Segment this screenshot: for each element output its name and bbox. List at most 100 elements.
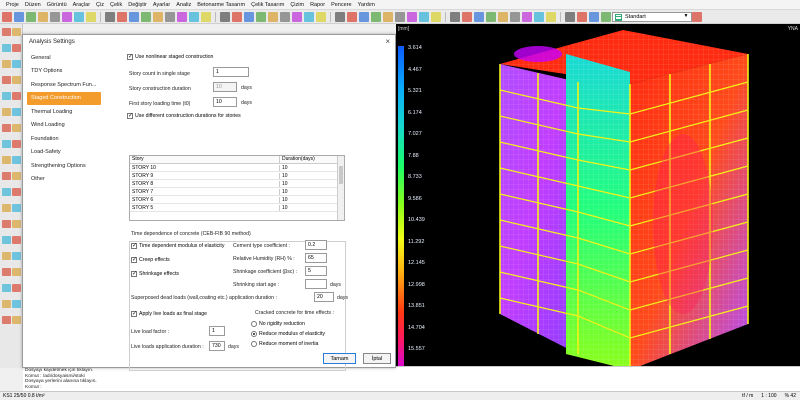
menu-item[interactable]: Düzen — [25, 2, 41, 8]
menu-item[interactable]: Değiştir — [128, 2, 147, 8]
left-tool-icon[interactable] — [12, 268, 21, 276]
table-row[interactable]: STORY 6 10 — [130, 196, 344, 204]
cancel-button[interactable]: İptal — [363, 353, 391, 364]
story-duration-cell[interactable]: 10 — [280, 165, 338, 171]
left-tool-icon[interactable] — [2, 284, 11, 292]
construction-duration-input[interactable]: 10 — [213, 82, 237, 92]
toolbar-tool-icon[interactable] — [105, 11, 115, 22]
table-scrollbar[interactable] — [337, 156, 344, 220]
left-tool-icon[interactable] — [2, 124, 11, 132]
left-tool-icon[interactable] — [2, 76, 11, 84]
toolbar-tool-icon[interactable] — [522, 11, 532, 22]
apply-live-loads-checkbox[interactable]: Apply live loads as final stage — [131, 310, 207, 317]
first-loading-input[interactable]: 10 — [213, 97, 237, 107]
left-tool-icon[interactable] — [2, 60, 11, 68]
style-selector[interactable]: Standart ▼ — [612, 12, 692, 22]
toolbar-tool-icon[interactable] — [201, 11, 211, 22]
toolbar-tool-icon[interactable] — [62, 11, 72, 22]
checkbox-box[interactable] — [131, 242, 137, 249]
toolbar-tool-icon[interactable] — [117, 11, 127, 22]
story-duration-table[interactable]: Story Duration(days) STORY 10 10 STORY 9 10… — [129, 155, 345, 221]
checkbox-box[interactable] — [127, 112, 133, 119]
toolbar-tool-icon[interactable] — [304, 11, 314, 22]
chevron-down-icon[interactable]: ▼ — [682, 13, 690, 21]
toolbar-tool-icon[interactable] — [589, 11, 599, 22]
nav-item[interactable]: Load-Safety — [27, 146, 101, 160]
left-tool-icon[interactable] — [2, 204, 11, 212]
toolbar-tool-icon[interactable] — [419, 11, 429, 22]
close-icon[interactable]: × — [385, 37, 390, 46]
left-tool-icon[interactable] — [12, 108, 21, 116]
toolbar-tool-icon[interactable] — [474, 11, 484, 22]
toolbar-tool-icon[interactable] — [177, 11, 187, 22]
toolbar-tool-icon[interactable] — [335, 11, 345, 22]
left-tool-icon[interactable] — [12, 76, 21, 84]
scrollbar-thumb[interactable] — [339, 166, 343, 184]
menu-item[interactable]: Ayarlar — [153, 2, 170, 8]
shrinkage-coef-input[interactable]: 5 — [305, 266, 327, 276]
story-duration-cell[interactable]: 10 — [280, 189, 338, 195]
left-tool-icon[interactable] — [2, 220, 11, 228]
menu-item[interactable]: Rapor — [310, 2, 325, 8]
live-duration-input[interactable]: 730 — [209, 341, 225, 351]
toolbar-tool-icon[interactable] — [431, 11, 441, 22]
toolbar-tool-icon[interactable] — [38, 11, 48, 22]
toolbar-tool-icon[interactable] — [371, 11, 381, 22]
toolbar-tool-icon[interactable] — [26, 11, 36, 22]
left-tool-icon[interactable] — [2, 44, 11, 52]
left-tool-icon[interactable] — [12, 236, 21, 244]
radio-dot[interactable] — [251, 341, 257, 347]
left-tool-icon[interactable] — [12, 300, 21, 308]
left-tool-icon[interactable] — [2, 252, 11, 260]
humidity-input[interactable]: 65 — [305, 253, 327, 263]
table-row[interactable]: STORY 5 10 — [130, 204, 344, 212]
nav-item[interactable]: Wind Loading — [27, 119, 101, 133]
toolbar-tool-icon[interactable] — [534, 11, 544, 22]
story-duration-cell[interactable]: 10 — [280, 197, 338, 203]
toolbar-tool-icon[interactable] — [546, 11, 556, 22]
toolbar-tool-icon[interactable] — [565, 11, 575, 22]
building-model[interactable] — [448, 24, 800, 370]
reduce-modulus-radio[interactable]: Reduce modulus of elasticity — [251, 331, 325, 337]
shrinkage-effects-checkbox[interactable]: Shrinkage effects — [131, 270, 179, 277]
menu-item[interactable]: Çiz — [96, 2, 104, 8]
model-viewport[interactable]: [mm] YNA 3.614 4.467 5.321 6.174 7.027 7.88 8.… — [396, 24, 800, 370]
left-tool-icon[interactable] — [12, 172, 21, 180]
status-scale[interactable]: 1 : 100 — [761, 393, 776, 399]
toolbar-tool-icon[interactable] — [2, 11, 12, 22]
toolbar-tool-icon[interactable] — [14, 11, 24, 22]
table-row[interactable]: STORY 9 10 — [130, 172, 344, 180]
story-duration-cell[interactable]: 10 — [280, 181, 338, 187]
left-tool-icon[interactable] — [12, 204, 21, 212]
table-row[interactable]: STORY 8 10 — [130, 180, 344, 188]
toolbar-tool-icon[interactable] — [165, 11, 175, 22]
story-duration-cell[interactable]: 10 — [280, 173, 338, 179]
ok-button[interactable]: Tamam — [323, 353, 356, 364]
radio-dot[interactable] — [251, 331, 257, 337]
toolbar-tool-icon[interactable] — [50, 11, 60, 22]
nav-item[interactable]: Staged Construction — [27, 91, 101, 105]
left-tool-icon[interactable] — [12, 60, 21, 68]
cement-type-input[interactable]: 0.2 — [305, 240, 327, 250]
toolbar-tool-icon[interactable] — [498, 11, 508, 22]
left-tool-icon[interactable] — [2, 300, 11, 308]
story-count-input[interactable]: 1 — [213, 67, 249, 77]
column-header-duration[interactable]: Duration(days) — [280, 156, 338, 163]
toolbar-tool-icon[interactable] — [407, 11, 417, 22]
toolbar-tool-icon[interactable] — [141, 11, 151, 22]
toolbar-tool-icon[interactable] — [359, 11, 369, 22]
left-tool-icon[interactable] — [2, 268, 11, 276]
menu-item[interactable]: Çelik Tasarım — [251, 2, 284, 8]
left-tool-icon[interactable] — [2, 140, 11, 148]
nav-item[interactable]: Response Spectrum Fun... — [27, 78, 101, 92]
left-tool-icon[interactable] — [12, 188, 21, 196]
left-tool-icon[interactable] — [12, 316, 21, 324]
left-tool-icon[interactable] — [12, 92, 21, 100]
left-tool-icon[interactable] — [12, 28, 21, 36]
checkbox-box[interactable] — [131, 310, 137, 317]
left-tool-icon[interactable] — [12, 252, 21, 260]
toolbar-tool-icon[interactable] — [268, 11, 278, 22]
toolbar-tool-icon[interactable] — [462, 11, 472, 22]
use-different-durations-checkbox[interactable]: Use different construction durations for… — [127, 112, 241, 119]
left-tool-icon[interactable] — [12, 284, 21, 292]
